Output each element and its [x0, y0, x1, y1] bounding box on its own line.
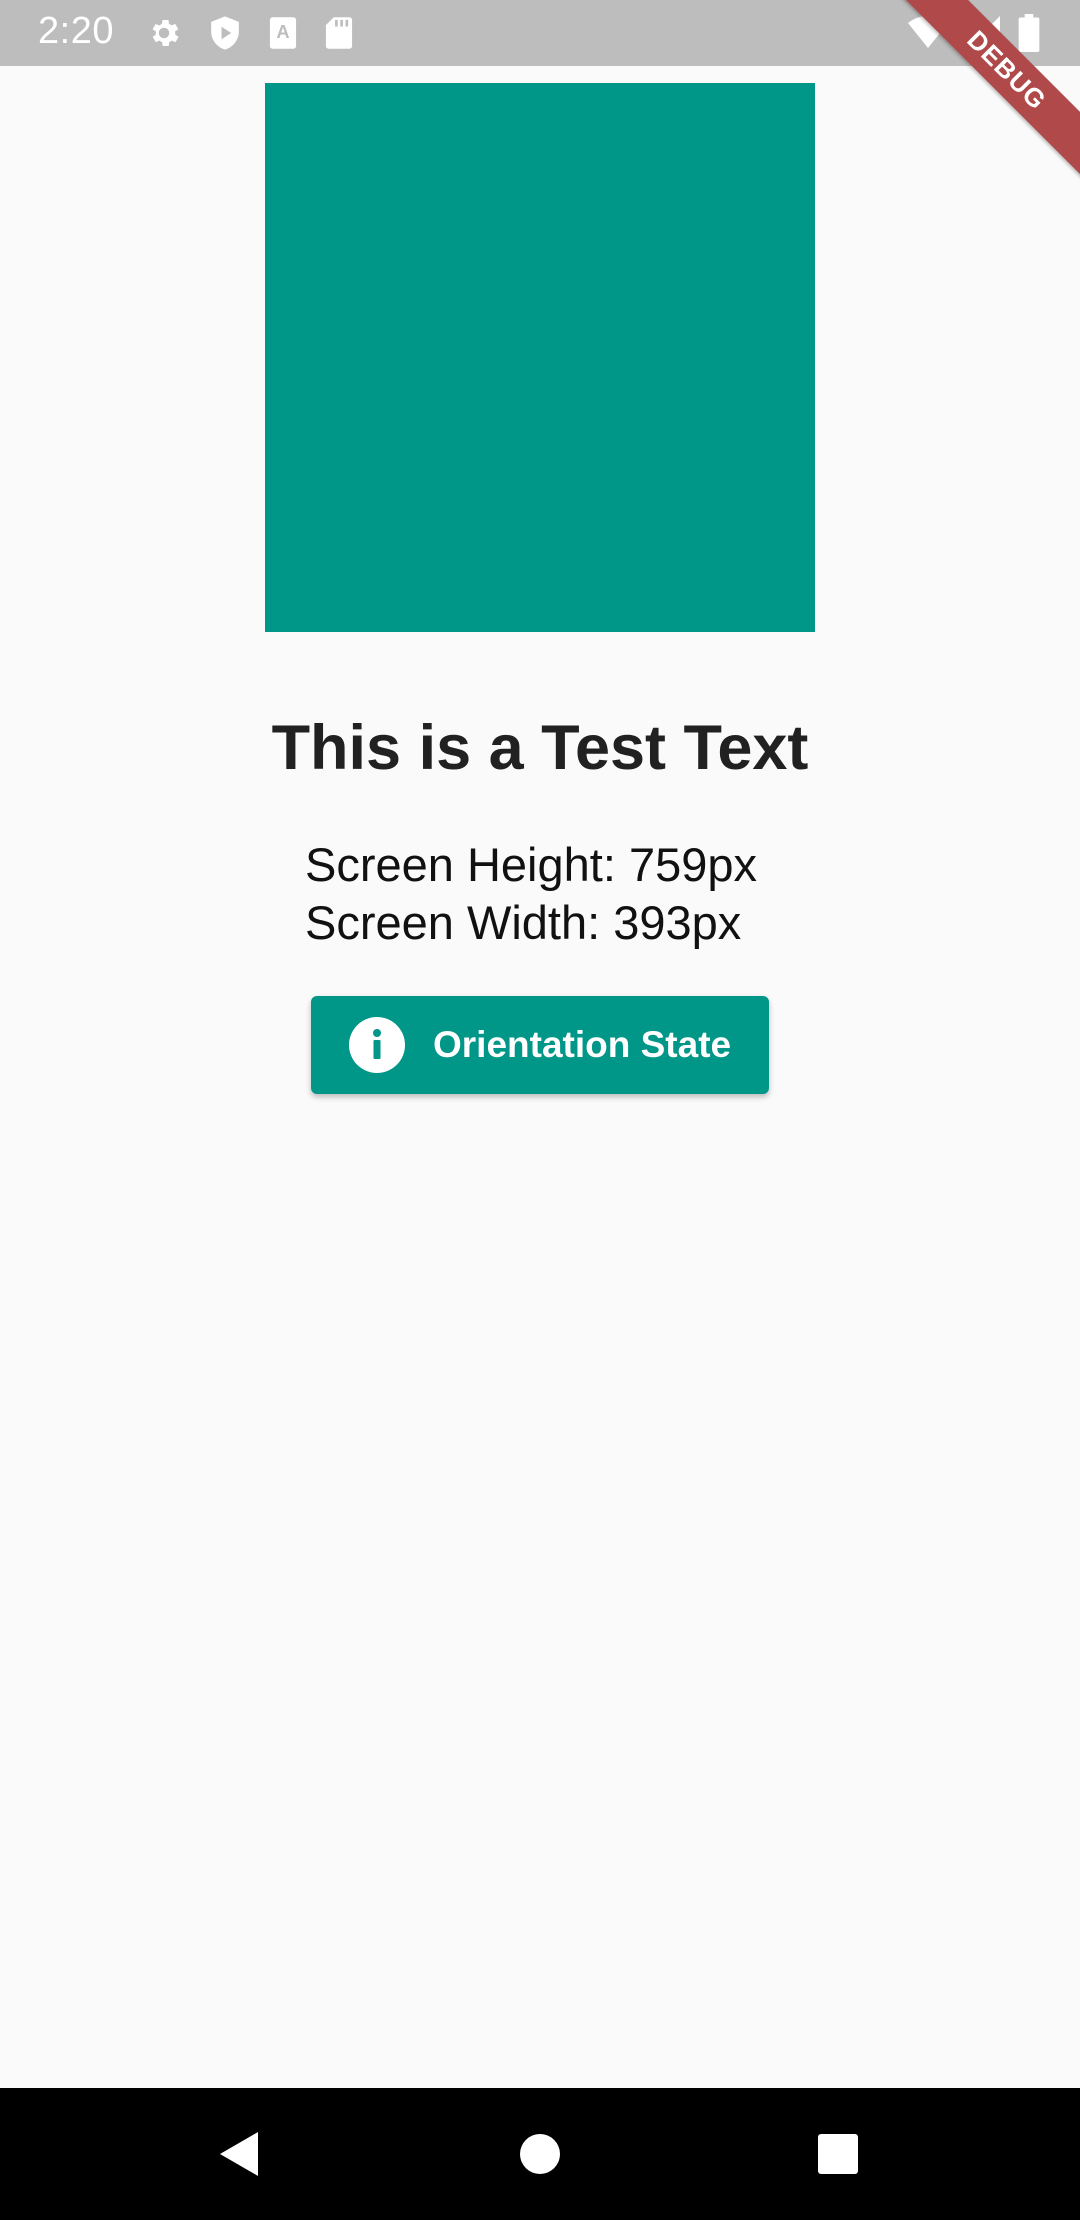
- sd-card-icon: [324, 16, 354, 50]
- screen-width-text: Screen Width: 393px: [305, 896, 742, 949]
- play-shield-icon: [208, 15, 242, 51]
- home-icon[interactable]: [504, 2118, 576, 2190]
- back-icon[interactable]: [204, 2118, 276, 2190]
- orientation-state-label: Orientation State: [433, 1024, 732, 1065]
- a-letter-icon: A: [268, 16, 298, 50]
- status-icons-left: A: [146, 14, 354, 52]
- info-icon: [349, 1017, 405, 1073]
- recents-icon[interactable]: [802, 2118, 874, 2190]
- status-time: 2:20: [38, 10, 114, 52]
- screen-dimensions: Screen Height: 759px Screen Width: 393px: [305, 836, 757, 952]
- teal-square: [265, 83, 815, 632]
- battery-icon: [1018, 14, 1040, 52]
- orientation-state-button[interactable]: Orientation State: [311, 996, 769, 1094]
- gear-icon: [146, 15, 182, 51]
- svg-text:A: A: [276, 21, 289, 42]
- page-title: This is a Test Text: [271, 713, 809, 783]
- screen-height-text: Screen Height: 759px: [305, 838, 758, 891]
- navigation-bar: [0, 2088, 1080, 2220]
